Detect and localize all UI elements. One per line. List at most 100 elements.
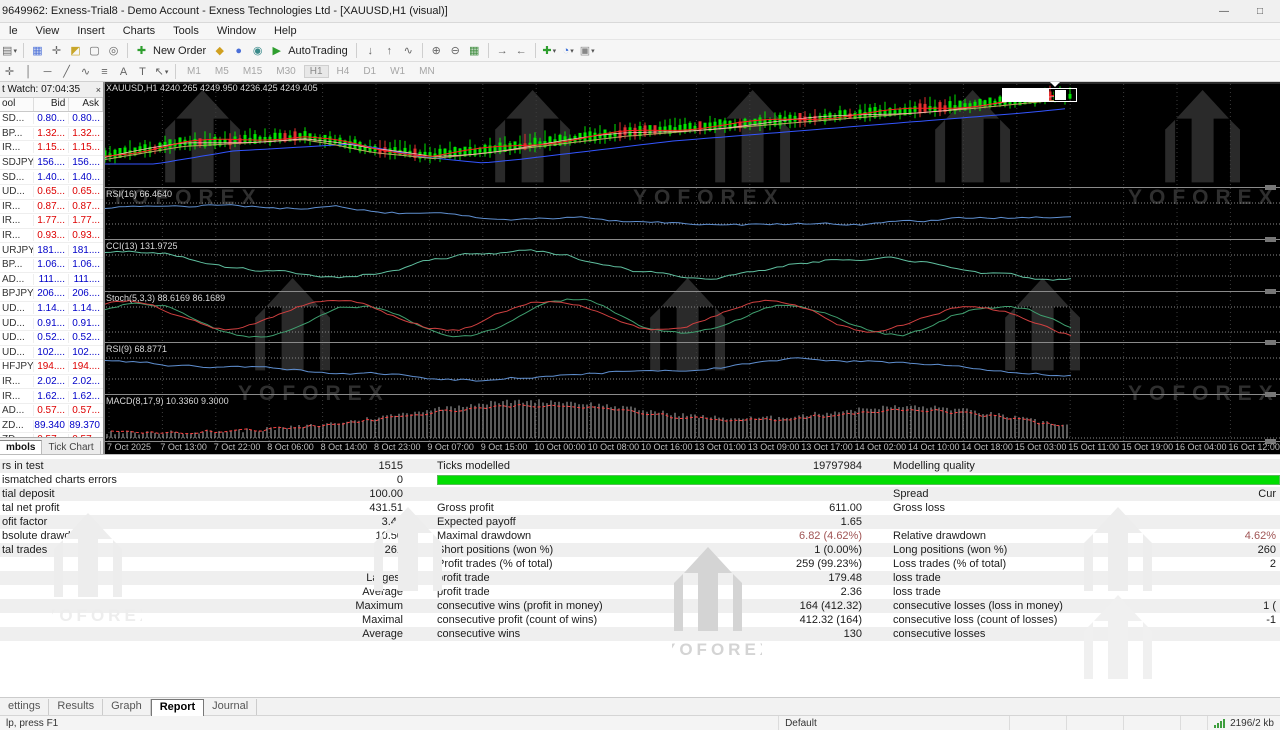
cursor-cross-icon[interactable]: ✛ [1, 63, 18, 80]
market-watch-row[interactable]: IR... 0.93... 0.93... [0, 229, 103, 244]
autotrading-icon[interactable]: ▶ [268, 42, 285, 59]
column-header-ool[interactable]: ool [0, 98, 34, 111]
column-header-ask[interactable]: Ask [69, 98, 103, 111]
chart-area[interactable]: YOFOREX YOFOREX YOFOREX YOFOREX YOFOREX XAUU… [103, 82, 1280, 454]
market-watch-tab-mbols[interactable]: mbols [0, 440, 43, 454]
market-watch-row[interactable]: IR... 1.15... 1.15... [0, 141, 103, 156]
chart-cursor-icon[interactable]: ▦ [29, 42, 46, 59]
report-row[interactable]: bsolute drawdown 10.50 Maximal drawdown 6.8… [0, 529, 1280, 543]
menu-item-tools[interactable]: Tools [164, 25, 208, 37]
new-order-label[interactable]: New Order [153, 45, 206, 57]
menu-item-window[interactable]: Window [208, 25, 265, 37]
report-row[interactable]: Maximal consecutive profit (count of wins… [0, 613, 1280, 627]
report-row[interactable]: Average consecutive wins 130 consecutive lo… [0, 627, 1280, 641]
dropdown-arrow-icon[interactable]: ▾ [570, 47, 574, 55]
menu-item-insert[interactable]: Insert [68, 25, 114, 37]
market-watch-row[interactable]: IR... 1.62... 1.62... [0, 389, 103, 404]
report-row[interactable]: tal trades 261 Short positions (won %) 1 (0… [0, 543, 1280, 557]
market-watch-row[interactable]: IR... 0.87... 0.87... [0, 200, 103, 215]
zoom-in-icon[interactable]: ⊕ [428, 42, 445, 59]
market-watch-row[interactable]: UD... 102.... 102.... [0, 346, 103, 361]
report-row[interactable]: rs in test 1515 Ticks modelled 19797984 Mode… [0, 459, 1280, 473]
chart-shift-icon[interactable]: → [494, 42, 511, 59]
report-row[interactable]: Largest profit trade 179.48 loss trade [0, 571, 1280, 585]
market-watch-row[interactable]: UD... 0.52... 0.52... [0, 331, 103, 346]
crosshair-icon[interactable]: ✛ [48, 42, 65, 59]
timeframe-m1[interactable]: M1 [181, 65, 207, 78]
market-watch-row[interactable]: IR... 1.77... 1.77... [0, 214, 103, 229]
timeframe-w1[interactable]: W1 [384, 65, 411, 78]
horizontal-line-icon[interactable]: ─ [39, 63, 56, 80]
autotrading-label[interactable]: AutoTrading [288, 45, 348, 57]
market-watch-tab-tick-chart[interactable]: Tick Chart [42, 441, 101, 454]
script-icon[interactable]: ◉ [249, 42, 266, 59]
minimize-button[interactable]: — [1206, 1, 1242, 21]
templates-menu-icon[interactable]: ▣ ▾ [579, 42, 596, 59]
close-icon[interactable]: × [96, 85, 101, 95]
zoom-window-icon[interactable]: ◎ [105, 42, 122, 59]
tab-ettings[interactable]: ettings [0, 699, 50, 715]
arrow-tool-icon[interactable]: ↖ ▾ [153, 63, 170, 80]
timeframe-h4[interactable]: H4 [331, 65, 356, 78]
market-watch-row[interactable]: ZD... 89.340 89.370 [0, 418, 103, 434]
trend-icon[interactable]: ∿ [400, 42, 417, 59]
market-watch-row[interactable]: SD... 1.40... 1.40... [0, 170, 103, 185]
tab-journal[interactable]: Journal [204, 699, 258, 715]
report-row[interactable]: tial deposit 100.00 Spread Cur [0, 487, 1280, 501]
timeframe-h1[interactable]: H1 [303, 65, 329, 78]
report-row[interactable]: Profit trades (% of total) 259 (99.23%) Lo… [0, 557, 1280, 571]
indicator-down-icon[interactable]: ↓ [362, 42, 379, 59]
tab-graph[interactable]: Graph [103, 699, 151, 715]
text-icon[interactable]: A [115, 63, 132, 80]
market-watch-row[interactable]: URJPY 181.... 181.... [0, 243, 103, 258]
market-watch-row[interactable]: AD... 111.... 111.... [0, 273, 103, 288]
market-watch-row[interactable]: UD... 1.14... 1.14... [0, 302, 103, 317]
report-row[interactable]: ismatched charts errors 0 [0, 473, 1280, 487]
text-label-icon[interactable]: T [134, 63, 151, 80]
dropdown-arrow-icon[interactable]: ▾ [13, 47, 17, 55]
report-row[interactable]: Average profit trade 2.36 loss trade [0, 585, 1280, 599]
tab-results[interactable]: Results [49, 699, 104, 715]
vertical-line-icon[interactable]: │ [20, 63, 37, 80]
indicators-menu-icon[interactable]: ✚ ▾ [541, 42, 558, 59]
dropdown-arrow-icon[interactable]: ▾ [165, 68, 169, 76]
styler-icon[interactable]: ◆ [211, 42, 228, 59]
trendline-icon[interactable]: ╱ [58, 63, 75, 80]
dropdown-arrow-icon[interactable]: ▾ [591, 47, 595, 55]
visual-mode-progress[interactable] [1002, 88, 1077, 102]
print-icon[interactable]: ▤ ▾ [1, 42, 18, 59]
tab-report[interactable]: Report [150, 699, 205, 716]
zoom-out-icon[interactable]: ⊖ [447, 42, 464, 59]
column-header-bid[interactable]: Bid [34, 98, 70, 111]
market-watch-row[interactable]: UD... 0.65... 0.65... [0, 185, 103, 200]
market-watch-row[interactable]: BP... 1.32... 1.32... [0, 127, 103, 142]
market-watch-row[interactable]: UD... 0.91... 0.91... [0, 316, 103, 331]
indicator-up-icon[interactable]: ↑ [381, 42, 398, 59]
menu-item-help[interactable]: Help [265, 25, 306, 37]
dropdown-arrow-icon[interactable]: ▾ [553, 47, 557, 55]
channel-icon[interactable]: ≡ [96, 63, 113, 80]
menu-item-le[interactable]: le [0, 25, 27, 37]
timeframe-m15[interactable]: M15 [237, 65, 268, 78]
timeframe-m30[interactable]: M30 [270, 65, 301, 78]
tile-windows-icon[interactable]: ▦ [466, 42, 483, 59]
timeframe-d1[interactable]: D1 [357, 65, 382, 78]
maximize-button[interactable]: □ [1242, 1, 1278, 21]
new-chart-icon[interactable]: ◩ [67, 42, 84, 59]
periods-menu-icon[interactable]: ◔ ▾ [560, 42, 577, 59]
report-row[interactable]: Maximum consecutive wins (profit in money… [0, 599, 1280, 613]
market-watch-row[interactable]: AD... 0.57... 0.57... [0, 404, 103, 419]
menu-item-charts[interactable]: Charts [114, 25, 164, 37]
timeframe-m5[interactable]: M5 [209, 65, 235, 78]
market-watch-row[interactable]: SDJPY 156.... 156.... [0, 156, 103, 171]
fibonacci-icon[interactable]: ∿ [77, 63, 94, 80]
auto-scroll-icon[interactable]: ← [513, 42, 530, 59]
status-profile[interactable]: Default [779, 716, 1011, 730]
menu-item-view[interactable]: View [27, 25, 69, 37]
progress-thumb-handle[interactable] [1054, 89, 1067, 101]
report-row[interactable]: ofit factor 3.40 Expected payoff 1.65 [0, 515, 1280, 529]
report-row[interactable]: tal net profit 431.51 Gross profit 611.00 Gr… [0, 501, 1280, 515]
market-watch-row[interactable]: IR... 2.02... 2.02... [0, 375, 103, 390]
chart-window-icon[interactable]: ▢ [86, 42, 103, 59]
market-watch-row[interactable]: HFJPY 194.... 194.... [0, 360, 103, 375]
